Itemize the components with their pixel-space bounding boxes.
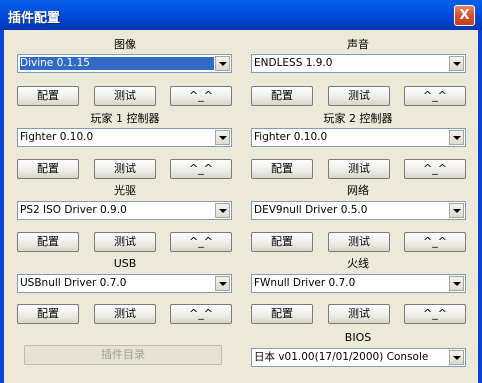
title-bar[interactable]: 插件配置 X xyxy=(0,0,482,30)
sound-about-button[interactable]: ^_^ xyxy=(404,86,466,106)
dev9-about-button[interactable]: ^_^ xyxy=(404,232,466,252)
pad1-plugin-value: Fighter 0.10.0 xyxy=(20,131,94,143)
cdvd-plugin-value: PS2 ISO Driver 0.9.0 xyxy=(20,204,127,216)
firewire-plugin-value: FWnull Driver 0.7.0 xyxy=(254,277,356,289)
pad1-test-button[interactable]: 测试 xyxy=(94,159,156,179)
pad1-label: 玩家 1 控制器 xyxy=(90,112,160,125)
usb-about-button[interactable]: ^_^ xyxy=(170,304,232,324)
pad2-about-button[interactable]: ^_^ xyxy=(404,159,466,179)
dev9-configure-button[interactable]: 配置 xyxy=(251,232,313,252)
window-frame-left xyxy=(0,30,4,383)
graphics-plugin-select[interactable]: Divine 0.1.15 xyxy=(17,54,232,73)
pad1-configure-button[interactable]: 配置 xyxy=(17,159,79,179)
dev9-plugin-value: DEV9null Driver 0.5.0 xyxy=(254,204,368,216)
sound-plugin-value: ENDLESS 1.9.0 xyxy=(254,57,333,69)
cdvd-label: 光驱 xyxy=(114,184,136,197)
pad2-plugin-value: Fighter 0.10.0 xyxy=(254,131,328,143)
chevron-down-icon[interactable] xyxy=(449,203,464,218)
sound-configure-button[interactable]: 配置 xyxy=(251,86,313,106)
usb-configure-button[interactable]: 配置 xyxy=(17,304,79,324)
pad2-configure-button[interactable]: 配置 xyxy=(251,159,313,179)
window-frame-right xyxy=(478,30,482,383)
firewire-about-button[interactable]: ^_^ xyxy=(404,304,466,324)
cdvd-configure-button[interactable]: 配置 xyxy=(17,232,79,252)
dev9-plugin-select[interactable]: DEV9null Driver 0.5.0 xyxy=(251,201,466,220)
pad2-label: 玩家 2 控制器 xyxy=(323,112,393,125)
chevron-down-icon[interactable] xyxy=(215,276,230,291)
chevron-down-icon[interactable] xyxy=(449,276,464,291)
chevron-down-icon[interactable] xyxy=(215,130,230,145)
chevron-down-icon[interactable] xyxy=(449,130,464,145)
sound-test-button[interactable]: 测试 xyxy=(328,86,390,106)
graphics-label: 图像 xyxy=(114,38,136,51)
window-title: 插件配置 xyxy=(8,11,61,26)
firewire-plugin-select[interactable]: FWnull Driver 0.7.0 xyxy=(251,274,466,293)
usb-plugin-value: USBnull Driver 0.7.0 xyxy=(20,277,127,289)
plugins-directory-button[interactable]: 插件目录 xyxy=(24,345,222,365)
pad2-test-button[interactable]: 测试 xyxy=(328,159,390,179)
sound-label: 声音 xyxy=(347,38,369,51)
firewire-label: 火线 xyxy=(347,257,369,270)
dev9-label: 网络 xyxy=(347,184,369,197)
sound-plugin-select[interactable]: ENDLESS 1.9.0 xyxy=(251,54,466,73)
pad1-about-button[interactable]: ^_^ xyxy=(170,159,232,179)
graphics-test-button[interactable]: 测试 xyxy=(94,86,156,106)
cdvd-about-button[interactable]: ^_^ xyxy=(170,232,232,252)
graphics-plugin-value: Divine 0.1.15 xyxy=(20,57,214,70)
pad2-plugin-select[interactable]: Fighter 0.10.0 xyxy=(251,128,466,147)
bios-label: BIOS xyxy=(344,331,372,344)
graphics-about-button[interactable]: ^_^ xyxy=(170,86,232,106)
pad1-plugin-select[interactable]: Fighter 0.10.0 xyxy=(17,128,232,147)
firewire-configure-button[interactable]: 配置 xyxy=(251,304,313,324)
graphics-configure-button[interactable]: 配置 xyxy=(17,86,79,106)
bios-value: 日本 v01.00(17/01/2000) Console xyxy=(254,351,429,363)
chevron-down-icon[interactable] xyxy=(449,56,464,71)
usb-label: USB xyxy=(113,257,137,270)
firewire-test-button[interactable]: 测试 xyxy=(328,304,390,324)
cdvd-plugin-select[interactable]: PS2 ISO Driver 0.9.0 xyxy=(17,201,232,220)
dev9-test-button[interactable]: 测试 xyxy=(328,232,390,252)
chevron-down-icon[interactable] xyxy=(215,56,230,71)
chevron-down-icon[interactable] xyxy=(215,203,230,218)
usb-test-button[interactable]: 测试 xyxy=(94,304,156,324)
cdvd-test-button[interactable]: 测试 xyxy=(94,232,156,252)
close-button[interactable]: X xyxy=(454,5,475,26)
bios-select[interactable]: 日本 v01.00(17/01/2000) Console xyxy=(251,348,466,367)
usb-plugin-select[interactable]: USBnull Driver 0.7.0 xyxy=(17,274,232,293)
chevron-down-icon[interactable] xyxy=(449,350,464,365)
